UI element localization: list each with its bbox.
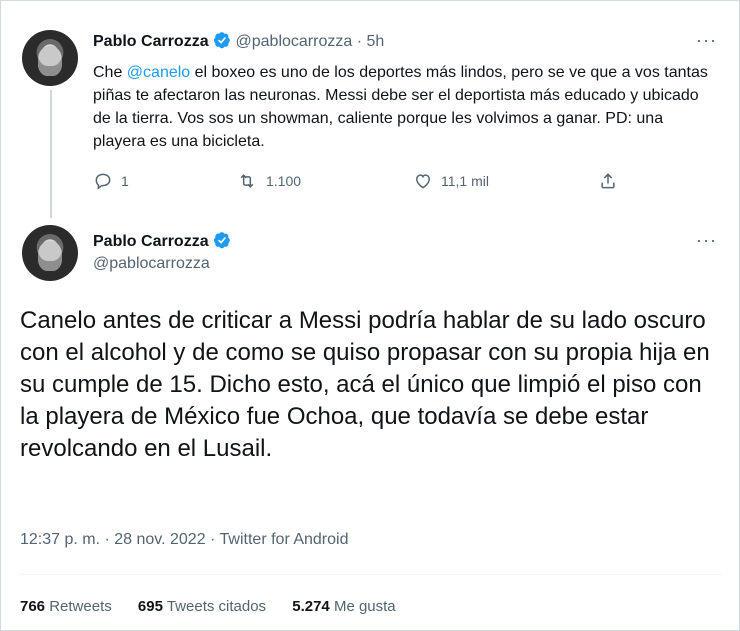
quotes-label: Tweets citados	[166, 598, 267, 615]
more-icon[interactable]: ···	[696, 230, 717, 251]
retweet-count: 1.100	[266, 173, 302, 189]
like-button[interactable]: 11,1 mil	[413, 171, 489, 191]
author-handle[interactable]: @pablocarrozza	[93, 255, 210, 272]
retweets-label: Retweets	[49, 598, 112, 615]
quotes-stat[interactable]: 695 Tweets citados	[138, 598, 266, 615]
engagement-stats: 766 Retweets 695 Tweets citados 5.274 Me…	[20, 598, 396, 615]
tweet-time[interactable]: · 5h	[357, 33, 385, 50]
share-button[interactable]	[598, 171, 618, 191]
thread-connector-line	[50, 90, 52, 218]
author-name[interactable]: Pablo Carrozza	[93, 33, 209, 50]
tweet1-text: Che @canelo el boxeo es uno de los depor…	[93, 61, 713, 153]
retweet-button[interactable]: 1.100	[236, 171, 301, 191]
author-handle[interactable]: @pablocarrozza	[236, 33, 353, 50]
author-name[interactable]: Pablo Carrozza	[93, 233, 209, 250]
tweet-text-part: Che	[93, 64, 127, 81]
more-icon[interactable]: ···	[696, 30, 717, 51]
verified-icon	[213, 32, 230, 49]
tweet1-header: Pablo Carrozza @pablocarrozza · 5h	[93, 31, 384, 51]
retweets-stat[interactable]: 766 Retweets	[20, 598, 112, 615]
mention-link[interactable]: @canelo	[127, 64, 190, 81]
avatar[interactable]	[22, 30, 78, 86]
tweet2-header-name: Pablo Carrozza	[93, 231, 231, 251]
reply-count: 1	[121, 173, 129, 189]
like-count: 11,1 mil	[441, 173, 489, 189]
likes-stat[interactable]: 5.274 Me gusta	[292, 598, 395, 615]
tweet-timestamp[interactable]: 12:37 p. m. · 28 nov. 2022 · Twitter for…	[20, 531, 348, 549]
quotes-count: 695	[137, 598, 163, 615]
reply-icon	[95, 173, 111, 190]
verified-icon	[213, 232, 230, 249]
reply-button[interactable]: 1	[93, 171, 129, 191]
tweet2-handle-row: @pablocarrozza	[93, 255, 210, 273]
retweets-count: 766	[20, 598, 46, 615]
likes-count: 5.274	[292, 598, 330, 615]
like-icon	[415, 174, 431, 189]
retweet-icon	[240, 174, 254, 188]
tweet1-actions: 1 1.100 11,1 mil	[93, 171, 633, 195]
share-icon	[601, 173, 615, 189]
divider	[20, 574, 722, 575]
likes-label: Me gusta	[333, 598, 396, 615]
tweet2-text: Canelo antes de criticar a Messi podría …	[20, 307, 710, 462]
avatar[interactable]	[22, 225, 78, 281]
